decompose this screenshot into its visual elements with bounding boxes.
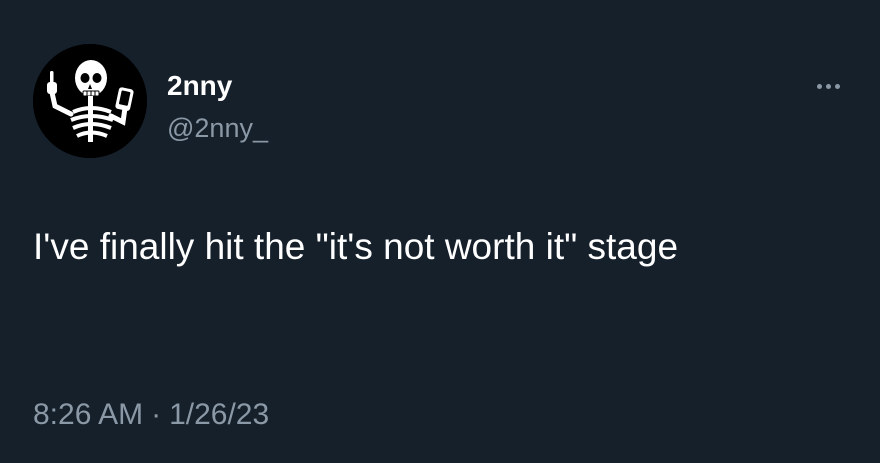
more-horizontal-icon (834, 83, 840, 89)
avatar[interactable] (33, 44, 147, 158)
tweet-date[interactable]: 1/26/23 (169, 398, 269, 431)
skeleton-avatar-icon (33, 44, 147, 158)
tweet-time[interactable]: 8:26 AM (33, 398, 143, 431)
tweet-card: 2nny @2nny_ I've finally hit the "it's n… (0, 0, 880, 463)
meta-separator: · (151, 398, 162, 431)
more-horizontal-icon (825, 83, 831, 89)
tweet-text: I've finally hit the "it's not worth it"… (33, 226, 679, 267)
more-options-button[interactable] (806, 72, 850, 100)
tweet-meta: 8:26 AM · 1/26/23 (33, 395, 269, 435)
user-handle[interactable]: @2nny_ (167, 111, 268, 145)
display-name[interactable]: 2nny (167, 69, 232, 103)
more-horizontal-icon (816, 83, 822, 89)
